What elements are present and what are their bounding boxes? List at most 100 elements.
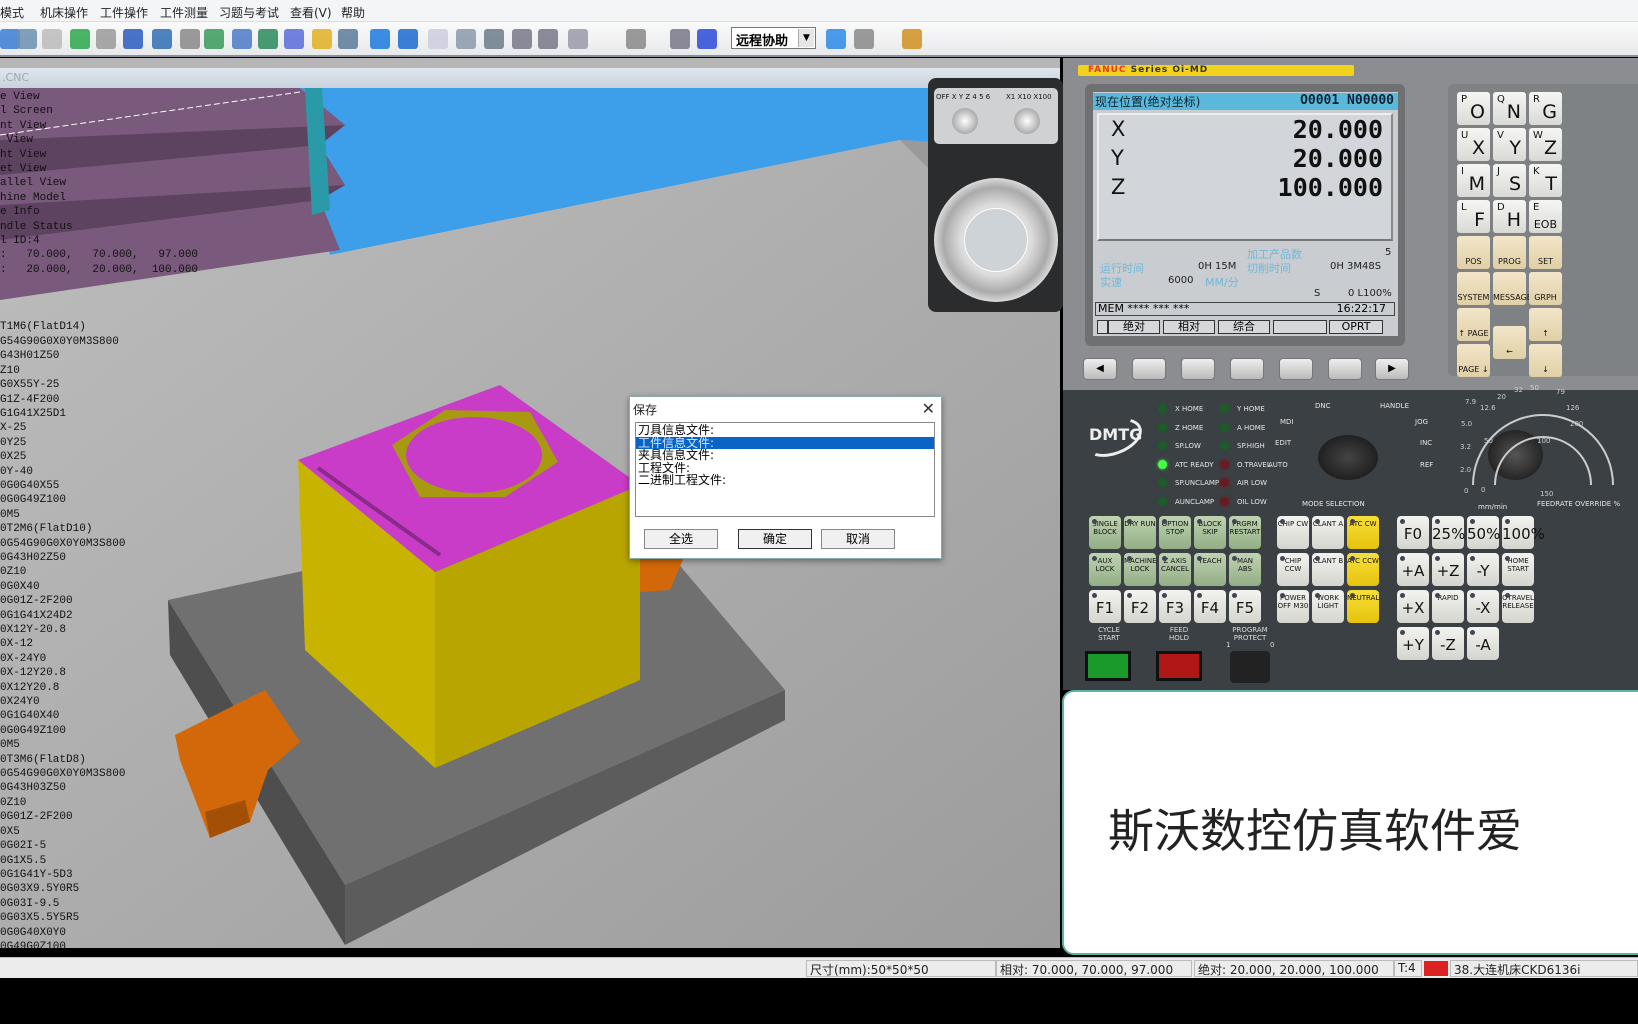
- softkey[interactable]: 相对: [1163, 320, 1215, 334]
- panel-button-block-skip[interactable]: BLOCK SKIP: [1194, 516, 1226, 549]
- panel-button-f1[interactable]: F1: [1089, 590, 1121, 623]
- key-g[interactable]: RG: [1529, 92, 1562, 125]
- panel-button--z[interactable]: +Z: [1432, 553, 1464, 586]
- key-t[interactable]: KT: [1529, 164, 1562, 197]
- key-[interactable]: ↑: [1529, 308, 1562, 341]
- coolant-icon[interactable]: [258, 29, 278, 49]
- key-message[interactable]: MESSAGE: [1493, 272, 1532, 305]
- hex-icon[interactable]: [398, 29, 418, 49]
- star-icon[interactable]: [312, 29, 332, 49]
- soft-function-button[interactable]: [1279, 358, 1313, 380]
- panel-button--x[interactable]: -X: [1467, 590, 1499, 623]
- panel-button-machine-lock[interactable]: MACHINE LOCK: [1124, 553, 1157, 586]
- panel-button-chip-ccw[interactable]: CHIP CCW: [1277, 553, 1309, 586]
- soft-function-button[interactable]: [1132, 358, 1166, 380]
- panel-button-aux-lock[interactable]: AUX LOCK: [1089, 553, 1121, 586]
- mode-selection-knob[interactable]: [1318, 435, 1378, 480]
- key-pos[interactable]: POS: [1457, 236, 1490, 269]
- panel-button-chip-cw[interactable]: CHIP CW: [1277, 516, 1309, 549]
- panel-button--y[interactable]: +Y: [1397, 627, 1429, 660]
- panel-button-f5[interactable]: F5: [1229, 590, 1261, 623]
- select-all-button[interactable]: 全选: [644, 529, 718, 549]
- key-set[interactable]: SET: [1529, 236, 1562, 269]
- key-eob[interactable]: E EOB: [1529, 200, 1562, 233]
- panel-button-rapid[interactable]: RAPID: [1432, 590, 1464, 623]
- list-item[interactable]: 刀具信息文件:: [636, 424, 934, 437]
- panel-button--z[interactable]: -Z: [1432, 627, 1464, 660]
- cancel-button[interactable]: 取消: [821, 529, 895, 549]
- panel-button-f0[interactable]: F0: [1397, 516, 1429, 549]
- select-rect-icon[interactable]: [96, 29, 116, 49]
- menu-item[interactable]: 习题与考试: [219, 4, 279, 21]
- key-system[interactable]: SYSTEM: [1457, 272, 1490, 305]
- tool-icon[interactable]: [123, 29, 143, 49]
- panel-button-25-[interactable]: 25%: [1432, 516, 1465, 549]
- cube-view-icon[interactable]: [152, 29, 172, 49]
- key-o[interactable]: PO: [1457, 92, 1490, 125]
- panel-button-prgrm-restart[interactable]: PRGRM RESTART: [1229, 516, 1261, 549]
- exam-icon[interactable]: [902, 29, 922, 49]
- soft-function-button[interactable]: [1230, 358, 1264, 380]
- stop-icon[interactable]: [854, 29, 874, 49]
- key-grph[interactable]: GRPH: [1529, 272, 1562, 305]
- panel-button-man-abs[interactable]: MAN ABS: [1229, 553, 1261, 586]
- panel-button-f4[interactable]: F4: [1194, 590, 1226, 623]
- dropdown-icon[interactable]: [180, 29, 200, 49]
- panel-button-teach[interactable]: TEACH: [1194, 553, 1226, 586]
- panel-button-clant-b[interactable]: CLANT B: [1312, 553, 1344, 586]
- key-page[interactable]: PAGE ↓: [1457, 344, 1490, 377]
- panel-button--a[interactable]: -A: [1467, 627, 1499, 660]
- soft-function-button[interactable]: [1328, 358, 1362, 380]
- ok-button[interactable]: 确定: [738, 529, 812, 549]
- pointer-icon[interactable]: [626, 29, 646, 49]
- menu-item[interactable]: 工件测量: [160, 4, 208, 21]
- softkey[interactable]: 综合: [1218, 320, 1270, 334]
- key-[interactable]: ↓: [1529, 344, 1562, 377]
- run-icon[interactable]: [826, 29, 846, 49]
- panel-button-f3[interactable]: F3: [1159, 590, 1191, 623]
- length-icon[interactable]: [484, 29, 504, 49]
- panel-button-dry-run[interactable]: DRY RUN: [1124, 516, 1156, 549]
- measure-icon[interactable]: [232, 29, 252, 49]
- left-arrow-button[interactable]: ◀: [1083, 358, 1117, 380]
- key-s[interactable]: JS: [1493, 164, 1526, 197]
- cycle-start-button[interactable]: [1085, 651, 1131, 681]
- softkey[interactable]: OPRT: [1329, 320, 1383, 334]
- key-y[interactable]: VY: [1493, 128, 1526, 161]
- key-m[interactable]: IM: [1457, 164, 1490, 197]
- file-type-list[interactable]: 刀具信息文件: 工件信息文件: 夹具信息文件: 工程文件: 二进制工程文件:: [635, 422, 935, 517]
- menu-item[interactable]: 模式: [0, 4, 24, 21]
- panel-button-100-[interactable]: 100%: [1502, 516, 1545, 549]
- key-h[interactable]: DH: [1493, 200, 1526, 233]
- panel-button--x[interactable]: +X: [1397, 590, 1429, 623]
- softkey[interactable]: 绝对: [1108, 320, 1160, 334]
- zoom-icon[interactable]: [17, 29, 37, 49]
- pan-hand-icon[interactable]: [42, 29, 62, 49]
- magnet-icon[interactable]: [568, 29, 588, 49]
- program-protect-key[interactable]: [1230, 651, 1270, 683]
- panel-button-single-block[interactable]: SINGLE BLOCK: [1089, 516, 1121, 549]
- panel-button-atc-cw[interactable]: ATC CW: [1347, 516, 1379, 549]
- panel-button-z-axis-cancel[interactable]: Z AXIS CANCEL: [1159, 553, 1191, 586]
- softkey-left-arrow[interactable]: [1097, 320, 1108, 334]
- list-item[interactable]: 二进制工程文件:: [636, 474, 934, 487]
- panel-button--a[interactable]: +A: [1397, 553, 1429, 586]
- l-tool-icon[interactable]: [538, 29, 558, 49]
- panel-button--y[interactable]: -Y: [1467, 553, 1499, 586]
- remote-assist-combo[interactable]: 远程协助 ▼: [731, 27, 816, 49]
- panel-button-otravel-release[interactable]: OTRAVEL RELEASE: [1502, 590, 1534, 623]
- menu-item[interactable]: 工件操作: [100, 4, 148, 21]
- chevron-down-icon[interactable]: ▼: [798, 29, 814, 47]
- right-arrow-button[interactable]: ▶: [1375, 358, 1409, 380]
- handwheel-center[interactable]: [964, 208, 1028, 272]
- list-item[interactable]: 夹具信息文件:: [636, 449, 934, 462]
- axis-selector-knob[interactable]: [952, 108, 978, 134]
- panel-button-work-light[interactable]: WORK LIGHT: [1312, 590, 1344, 623]
- menu-item[interactable]: 帮助: [341, 4, 365, 21]
- panel-button-option-stop[interactable]: OPTION STOP: [1159, 516, 1191, 549]
- tool-change-icon[interactable]: [338, 29, 358, 49]
- key-page[interactable]: ↑ PAGE: [1457, 308, 1490, 341]
- panel-button-50-[interactable]: 50%: [1467, 516, 1500, 549]
- scale-selector-knob[interactable]: [1014, 108, 1040, 134]
- key-prog[interactable]: PROG: [1493, 236, 1526, 269]
